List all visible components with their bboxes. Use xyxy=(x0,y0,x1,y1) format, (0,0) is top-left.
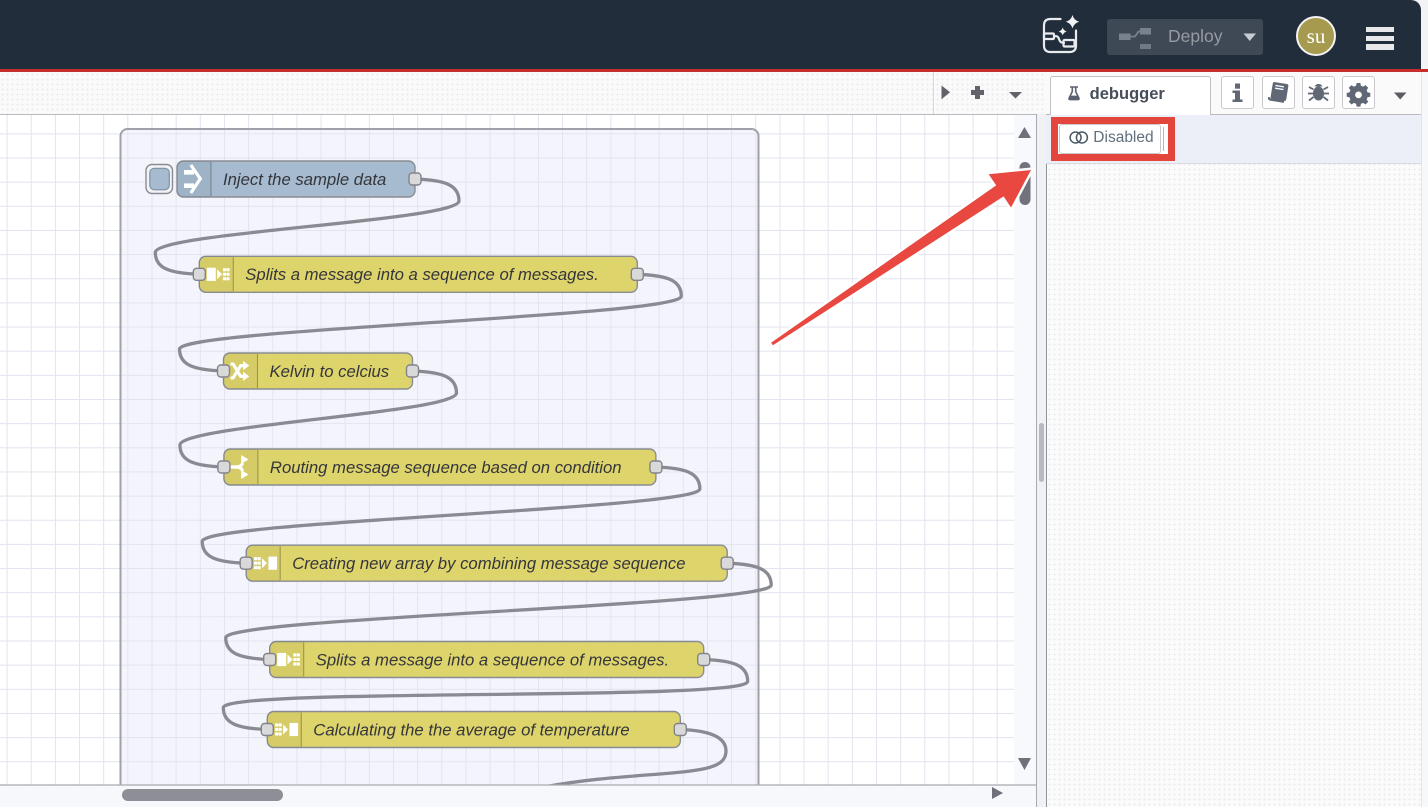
svg-text:Splits a message into a sequen: Splits a message into a sequence of mess… xyxy=(316,650,669,669)
svg-text:Splits a message into a sequen: Splits a message into a sequence of mess… xyxy=(245,265,598,284)
svg-text:Calculating the the average of: Calculating the the average of temperatu… xyxy=(313,720,629,739)
svg-text:Inject the sample data: Inject the sample data xyxy=(223,170,386,189)
svg-text:Routing message sequence based: Routing message sequence based on condit… xyxy=(270,458,622,477)
svg-text:Creating new array by combinin: Creating new array by combining message … xyxy=(292,554,685,573)
svg-text:Kelvin to celcius: Kelvin to celcius xyxy=(270,362,390,381)
